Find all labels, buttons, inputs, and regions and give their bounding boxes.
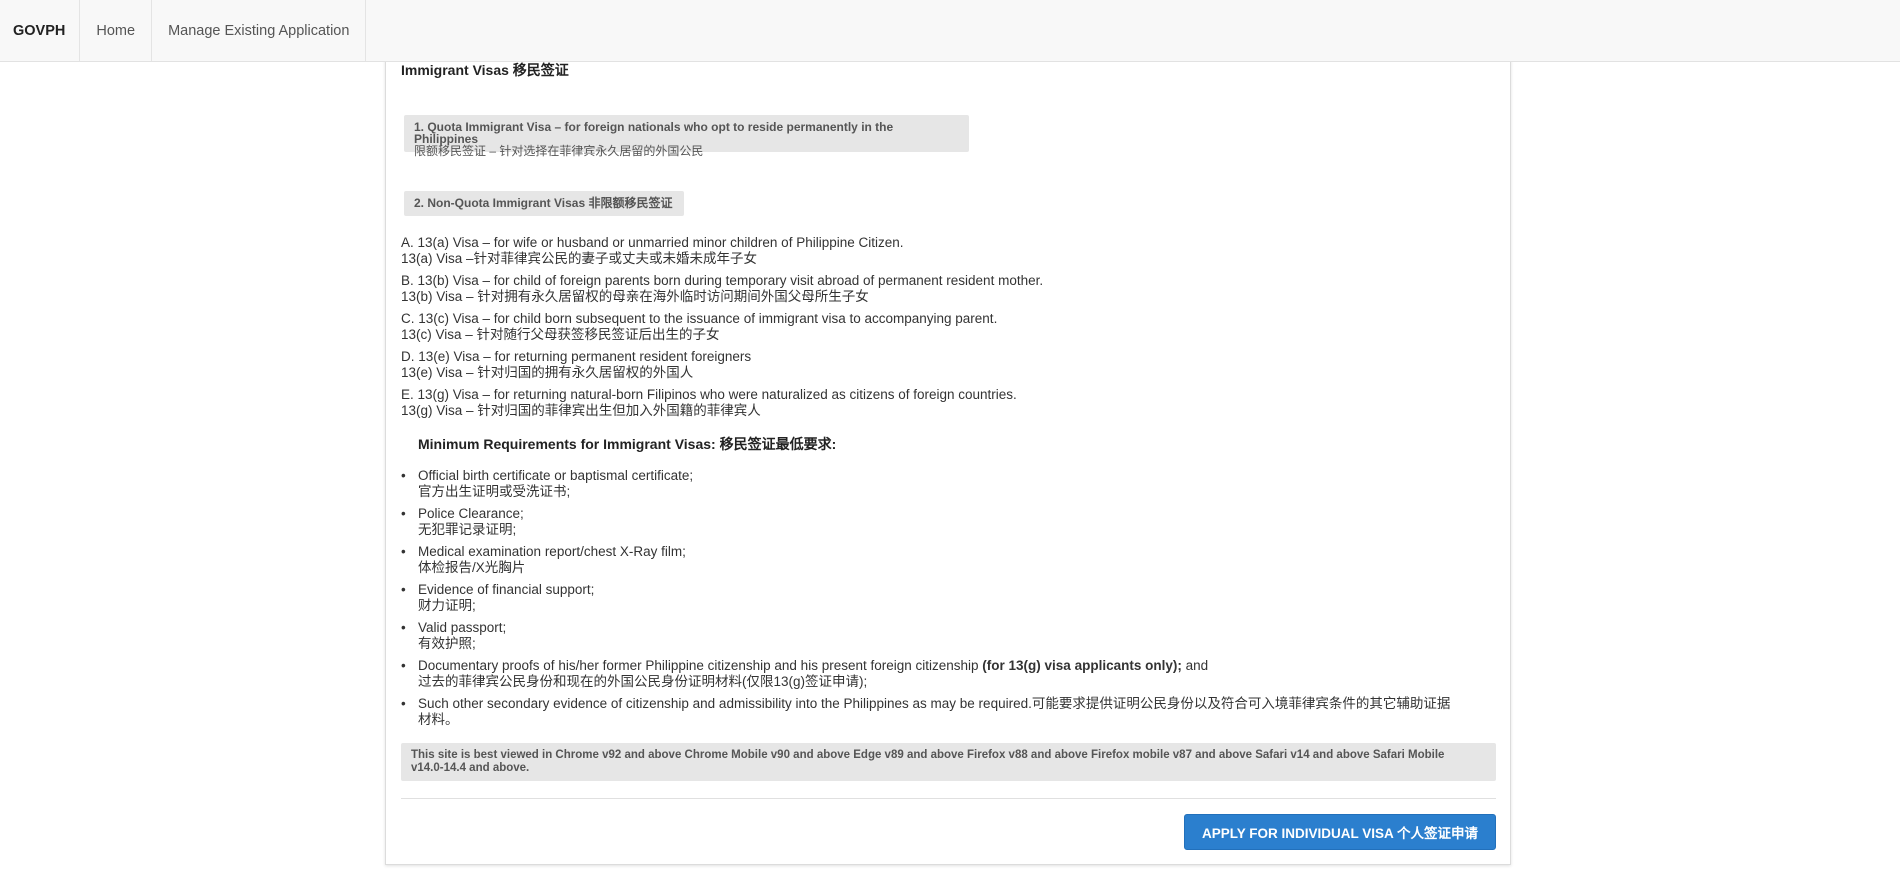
visa-item-en: B. 13(b) Visa – for child of foreign par… xyxy=(401,273,1044,288)
divider xyxy=(401,798,1496,799)
visa-item-zh: 13(g) Visa – 针对归国的菲律宾出生但加入外国籍的菲律宾人 xyxy=(401,402,761,418)
visa-item-zh: 13(e) Visa – 针对归国的拥有永久居留权的外国人 xyxy=(401,364,694,380)
requirement-en: Documentary proofs of his/her former Phi… xyxy=(418,658,1488,674)
quota-visa-title: 1. Quota Immigrant Visa – for foreign na… xyxy=(414,120,894,146)
requirement-zh: 体检报告/X光胸片 xyxy=(418,559,526,575)
requirement-zh: 过去的菲律宾公民身份和现在的外国公民身份证明材料(仅限13(g)签证申请); xyxy=(418,673,868,689)
visa-item-zh: 13(b) Visa – 针对拥有永久居留权的母亲在海外临时访问期间外国父母所生… xyxy=(401,288,869,304)
visa-item-en: D. 13(e) Visa – for returning permanent … xyxy=(401,349,752,364)
visa-item-13a: A. 13(a) Visa – for wife or husband or u… xyxy=(401,235,904,266)
requirement-en: Medical examination report/chest X-Ray f… xyxy=(418,544,686,559)
bullet-icon: • xyxy=(401,468,406,483)
requirement-en: Valid passport; xyxy=(418,620,507,635)
visa-item-en: C. 13(c) Visa – for child born subsequen… xyxy=(401,311,998,326)
requirement-emphasis: (for 13(g) visa applicants only); xyxy=(982,658,1182,673)
requirement-text: Documentary proofs of his/her former Phi… xyxy=(418,658,983,673)
nav-home-link[interactable]: Home xyxy=(80,0,153,61)
requirement-en: Such other secondary evidence of citizen… xyxy=(418,696,1451,711)
visa-item-13b: B. 13(b) Visa – for child of foreign par… xyxy=(401,273,1043,304)
requirement-en: Police Clearance; xyxy=(418,506,524,521)
bullet-icon: • xyxy=(401,544,406,559)
browser-note-line: v14.0-14.4 and above. xyxy=(411,761,530,774)
apply-individual-visa-button[interactable]: APPLY FOR INDIVIDUAL VISA 个人签证申请 xyxy=(1184,814,1496,850)
requirements-heading: Minimum Requirements for Immigrant Visas… xyxy=(418,436,837,452)
requirement-text-suffix: and xyxy=(1181,658,1209,673)
visa-item-13g: E. 13(g) Visa – for returning natural-bo… xyxy=(401,387,1017,418)
requirement-en: Evidence of financial support; xyxy=(418,582,595,597)
bullet-icon: • xyxy=(401,620,406,635)
quota-visa-box: 1. Quota Immigrant Visa – for foreign na… xyxy=(404,115,969,157)
requirement-zh: 官方出生证明或受洗证书; xyxy=(418,483,571,499)
requirement-zh: 财力证明; xyxy=(418,597,476,613)
section-title: Immigrant Visas 移民签证 xyxy=(401,62,569,78)
requirement-zh: 无犯罪记录证明; xyxy=(418,521,517,537)
bullet-icon: • xyxy=(401,506,406,521)
nav-manage-application-link[interactable]: Manage Existing Application xyxy=(152,0,367,61)
visa-item-13e: D. 13(e) Visa – for returning permanent … xyxy=(401,349,751,380)
requirement-en: Official birth certificate or baptismal … xyxy=(418,468,694,483)
visa-info-card: Immigrant Visas 移民签证 1. Quota Immigrant … xyxy=(385,55,1511,865)
quota-visa-subtitle: 限额移民签证 – 针对选择在菲律宾永久居留的外国公民 xyxy=(414,144,704,158)
top-navbar: GOVPH Home Manage Existing Application xyxy=(0,0,1900,62)
brand-logo[interactable]: GOVPH xyxy=(0,0,81,61)
visa-item-en: A. 13(a) Visa – for wife or husband or u… xyxy=(401,235,904,250)
browser-compatibility-note: This site is best viewed in Chrome v92 a… xyxy=(401,743,1496,781)
visa-item-zh: 13(a) Visa –针对菲律宾公民的妻子或丈夫或未婚未成年子女 xyxy=(401,250,758,266)
visa-item-13c: C. 13(c) Visa – for child born subsequen… xyxy=(401,311,997,342)
bullet-icon: • xyxy=(401,658,406,673)
bullet-icon: • xyxy=(401,582,406,597)
browser-note-line: This site is best viewed in Chrome v92 a… xyxy=(411,749,1445,761)
bullet-icon: • xyxy=(401,696,406,711)
visa-item-zh: 13(c) Visa – 针对随行父母获签移民签证后出生的子女 xyxy=(401,326,720,342)
requirement-zh: 材料。 xyxy=(418,711,459,727)
nonquota-visa-box: 2. Non-Quota Immigrant Visas 非限额移民签证 xyxy=(404,191,684,216)
visa-item-en: E. 13(g) Visa – for returning natural-bo… xyxy=(401,387,1017,402)
requirement-zh: 有效护照; xyxy=(418,635,476,651)
